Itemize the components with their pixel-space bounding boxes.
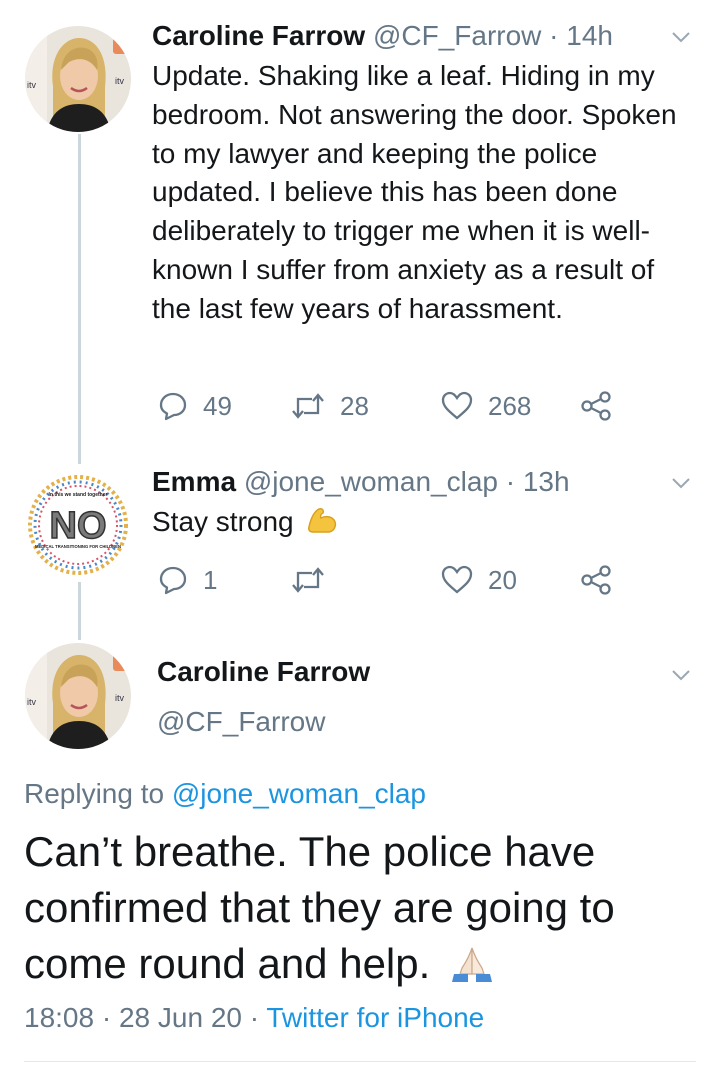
svg-text:itv: itv bbox=[27, 697, 37, 707]
chevron-down-icon[interactable] bbox=[670, 472, 692, 494]
reply-count: 1 bbox=[203, 564, 218, 595]
main-tweet-text: Can’t breathe. The police have confirmed… bbox=[24, 824, 704, 992]
svg-text:itv: itv bbox=[115, 76, 125, 86]
reply-count: 49 bbox=[203, 390, 232, 421]
chevron-down-icon[interactable] bbox=[670, 26, 692, 48]
share-icon bbox=[581, 565, 611, 595]
like-button[interactable]: 20 bbox=[440, 560, 517, 600]
separator: · bbox=[101, 1002, 112, 1033]
svg-text:itv: itv bbox=[115, 693, 125, 703]
tweet-actions: 1 20 bbox=[152, 560, 672, 600]
svg-text:itv: itv bbox=[27, 80, 37, 90]
separator: · bbox=[249, 1002, 260, 1033]
tweet-actions: 49 28 268 bbox=[152, 386, 672, 426]
retweet-icon bbox=[292, 567, 324, 593]
author-name[interactable]: Caroline Farrow bbox=[152, 20, 365, 51]
tweet-header: Caroline Farrow @CF_Farrow · 14h bbox=[152, 18, 700, 54]
separator: · bbox=[505, 466, 516, 497]
tweet-time: 18:08 bbox=[24, 1002, 95, 1033]
tweet-text: Update. Shaking like a leaf. Hiding in m… bbox=[152, 60, 677, 324]
author-handle[interactable]: @CF_Farrow bbox=[157, 706, 325, 738]
author-handle[interactable]: @CF_Farrow bbox=[373, 20, 541, 51]
flexed-biceps-icon bbox=[308, 508, 337, 533]
reply-button[interactable]: 1 bbox=[157, 560, 217, 600]
folded-hands-icon bbox=[451, 947, 492, 982]
tweet-source-link[interactable]: Twitter for iPhone bbox=[266, 1002, 484, 1033]
retweet-button[interactable]: 28 bbox=[290, 386, 369, 426]
tweet-text: Stay strong bbox=[152, 503, 700, 542]
tweet-footer: 18:08 · 28 Jun 20 · Twitter for iPhone bbox=[24, 1002, 484, 1034]
avatar-badge-bottom: MEDICAL TRANSITIONING FOR CHILDREN bbox=[35, 544, 121, 549]
share-button[interactable] bbox=[580, 386, 626, 426]
like-button[interactable]: 268 bbox=[440, 386, 531, 426]
tweet-text-content: Stay strong bbox=[152, 506, 294, 537]
like-count: 268 bbox=[488, 390, 532, 421]
author-handle[interactable]: @jone_woman_clap bbox=[244, 466, 498, 497]
tweet-date: 28 Jun 20 bbox=[118, 1002, 242, 1033]
reply-icon bbox=[159, 566, 187, 595]
heart-icon bbox=[441, 565, 473, 594]
thread-line bbox=[78, 582, 81, 640]
avatar-badge-top: In this we stand together bbox=[49, 492, 108, 498]
avatar[interactable]: itv itv bbox=[25, 643, 131, 749]
author-name[interactable]: Caroline Farrow bbox=[157, 656, 370, 688]
retweet-count: 28 bbox=[340, 390, 369, 421]
replying-handle-link[interactable]: @jone_woman_clap bbox=[172, 778, 426, 809]
avatar-badge-word: NO bbox=[50, 505, 107, 547]
like-count: 20 bbox=[488, 564, 517, 595]
heart-icon bbox=[441, 391, 473, 420]
replying-to: Replying to @jone_woman_clap bbox=[24, 778, 426, 810]
tweet-header: Emma @jone_woman_clap · 13h bbox=[152, 464, 700, 500]
share-button[interactable] bbox=[580, 560, 626, 600]
retweet-button[interactable] bbox=[290, 560, 340, 600]
tweet-time[interactable]: 13h bbox=[523, 466, 570, 497]
thread-line bbox=[78, 134, 81, 464]
share-icon bbox=[581, 391, 611, 421]
separator: · bbox=[549, 20, 559, 51]
reply-icon bbox=[159, 392, 187, 421]
reply-button[interactable]: 49 bbox=[157, 386, 232, 426]
main-tweet-text-content: Can’t breathe. The police have confirmed… bbox=[24, 828, 615, 987]
replying-label: Replying to bbox=[24, 778, 165, 809]
retweet-icon bbox=[292, 393, 324, 419]
tweet-time[interactable]: 14h bbox=[566, 20, 613, 51]
author-name[interactable]: Emma bbox=[152, 466, 236, 497]
chevron-down-icon[interactable] bbox=[670, 664, 692, 686]
avatar[interactable]: In this we stand together NO MEDICAL TRA… bbox=[25, 472, 131, 578]
divider bbox=[24, 1061, 696, 1062]
avatar[interactable]: itv itv bbox=[25, 26, 131, 132]
